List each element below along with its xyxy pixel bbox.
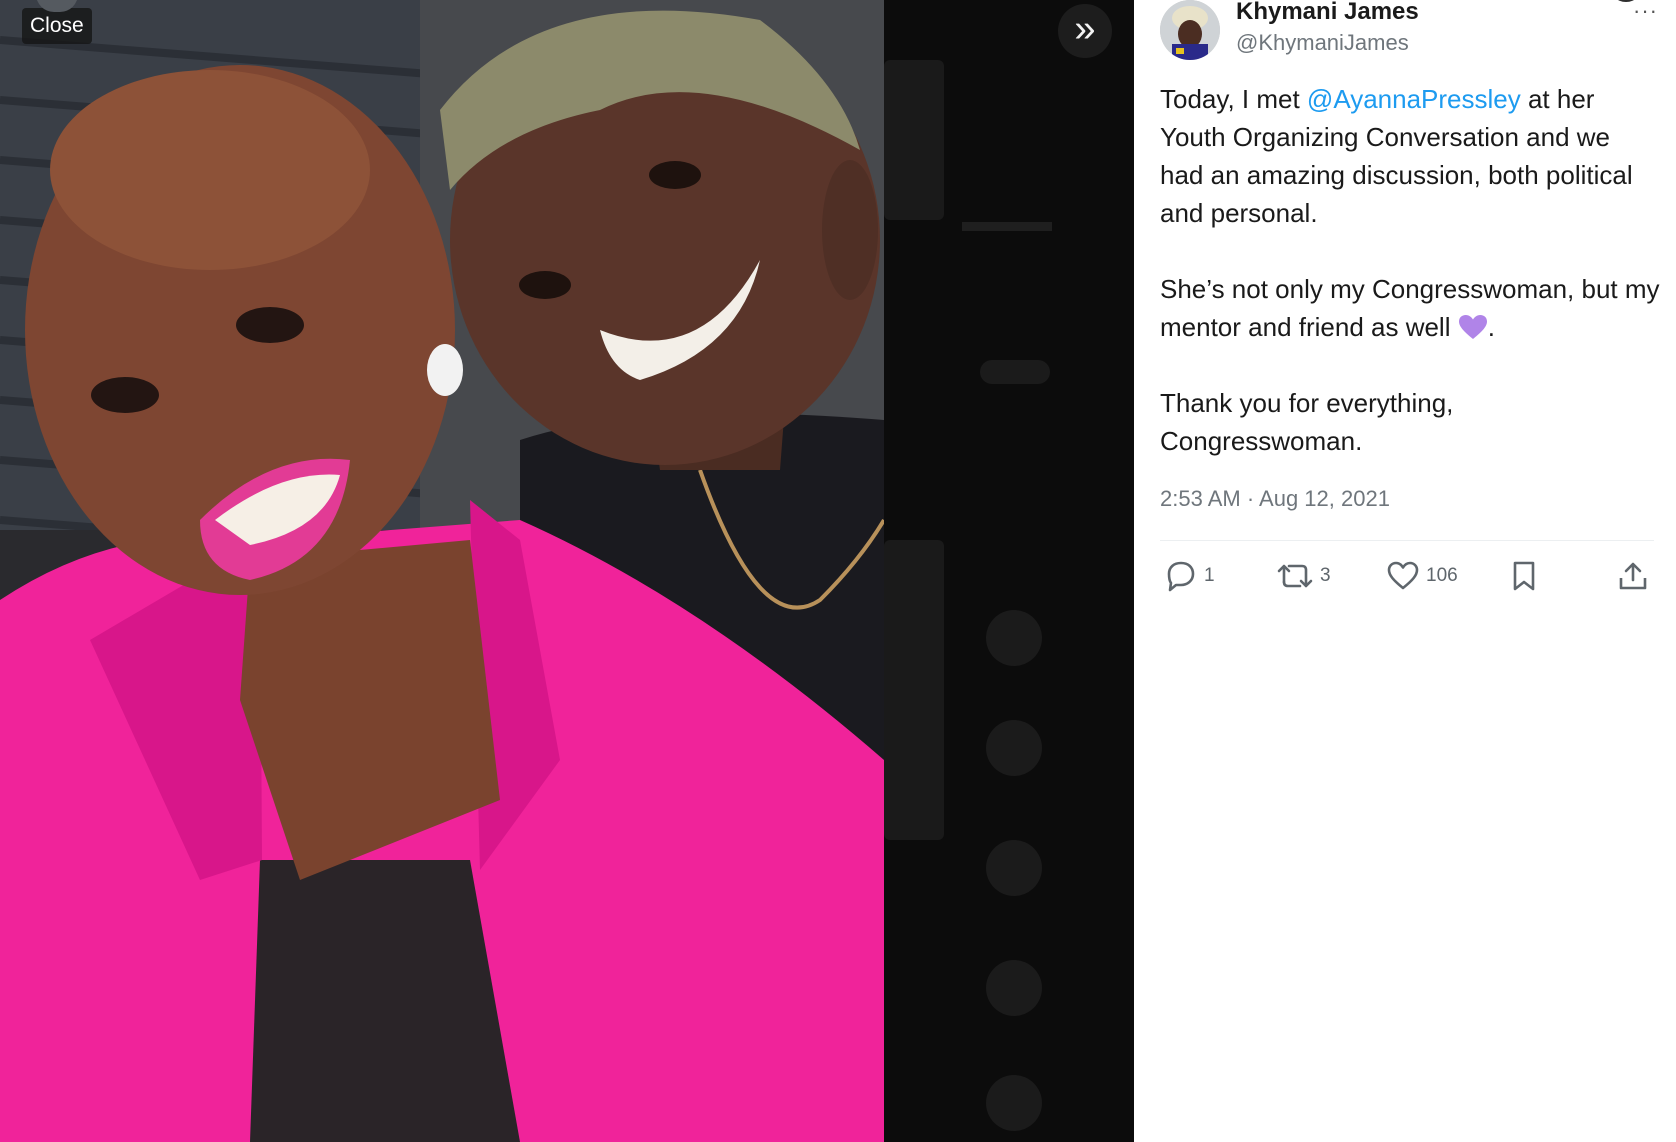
background-app-dimmed: ▬▬▬	[884, 0, 1134, 1142]
like-button[interactable]: 106	[1386, 560, 1458, 592]
tweet-body: Today, I met @AyannaPressley at her Yout…	[1160, 80, 1660, 498]
author-avatar[interactable]	[1160, 0, 1220, 60]
double-chevron-right-icon: »	[1074, 8, 1096, 50]
retweet-button[interactable]: 3	[1276, 560, 1331, 592]
tweet-timestamp[interactable]: 2:53 AM · Aug 12, 2021	[1160, 486, 1390, 512]
retweet-count: 3	[1320, 565, 1331, 586]
bookmark-icon	[1513, 561, 1535, 591]
tweet-text: Today, I met	[1160, 84, 1307, 114]
reply-button[interactable]: 1	[1164, 560, 1215, 592]
ghost-card	[884, 60, 944, 220]
expand-panel-button[interactable]: »	[1058, 4, 1112, 58]
share-button[interactable]	[1616, 560, 1656, 592]
ghost-avatar	[986, 610, 1042, 666]
author-handle[interactable]: @KhymaniJames	[1236, 30, 1409, 56]
heart-outline-icon	[1387, 561, 1419, 590]
retweet-icon	[1277, 564, 1313, 588]
author-name[interactable]: Khymani James	[1236, 0, 1419, 26]
like-count: 106	[1426, 565, 1458, 586]
tweet-text: Thank you for everything, Congresswoman.	[1160, 388, 1454, 456]
ghost-heading: ▬▬▬	[962, 205, 1052, 238]
close-button[interactable]: Close	[22, 0, 92, 44]
ghost-avatar	[986, 720, 1042, 776]
tweet-paragraph: Thank you for everything, Congresswoman.	[1160, 384, 1660, 460]
reply-count: 1	[1204, 565, 1215, 586]
purple-heart-icon	[1458, 315, 1487, 339]
tweet-text: .	[1487, 312, 1495, 342]
ghost-card	[884, 540, 944, 840]
tweet-panel: Khymani James @KhymaniJames ··· Today, I…	[1134, 0, 1676, 1142]
tweet-paragraph: She’s not only my Congresswoman, but my …	[1160, 270, 1660, 346]
ghost-avatar	[986, 840, 1042, 896]
avatar-image	[1160, 0, 1220, 60]
share-icon	[1619, 562, 1647, 590]
more-options-button[interactable]: ···	[1609, 0, 1658, 24]
ghost-pill	[980, 360, 1050, 384]
tweet-actions: 1 3 106	[1164, 560, 1676, 604]
tweet-photo: Close	[0, 0, 884, 1142]
divider	[1160, 540, 1654, 541]
mention-link[interactable]: @AyannaPressley	[1307, 84, 1521, 114]
reply-icon	[1167, 561, 1195, 592]
tweet-paragraph: Today, I met @AyannaPressley at her Yout…	[1160, 80, 1660, 232]
selfie-photo	[0, 0, 884, 1142]
bookmark-button[interactable]	[1510, 560, 1544, 592]
ghost-avatar	[986, 1075, 1042, 1131]
tweet-text: She’s not only my Congresswoman, but my …	[1160, 274, 1660, 342]
ghost-avatar	[986, 960, 1042, 1016]
